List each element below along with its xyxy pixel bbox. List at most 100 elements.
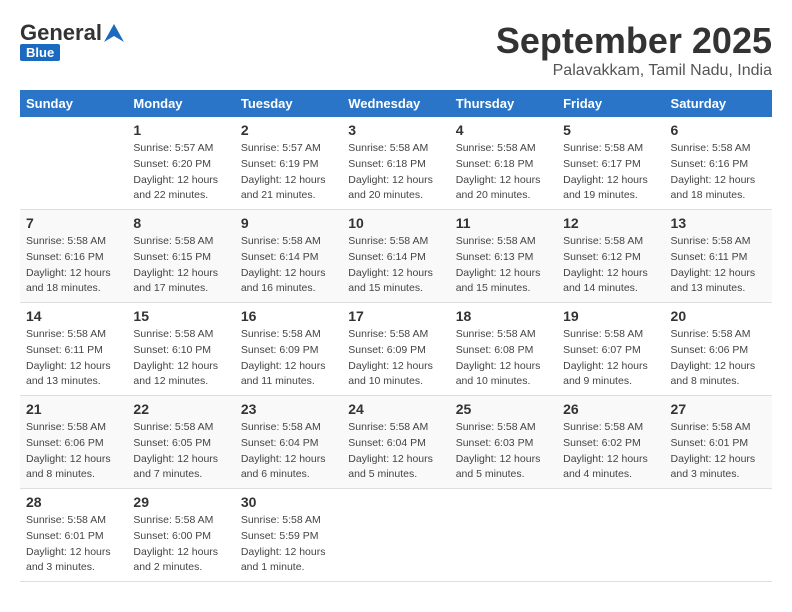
calendar-cell	[557, 489, 664, 582]
location: Palavakkam, Tamil Nadu, India	[496, 62, 772, 80]
calendar-cell: 7 Sunrise: 5:58 AM Sunset: 6:16 PM Daylig…	[20, 210, 127, 303]
day-info: Sunrise: 5:58 AM Sunset: 6:01 PM Dayligh…	[26, 513, 121, 576]
day-info: Sunrise: 5:58 AM Sunset: 6:03 PM Dayligh…	[456, 420, 551, 483]
day-number: 16	[241, 308, 336, 324]
header-friday: Friday	[557, 90, 664, 117]
calendar-cell: 10 Sunrise: 5:58 AM Sunset: 6:14 PM Dayli…	[342, 210, 449, 303]
header-saturday: Saturday	[665, 90, 772, 117]
day-info: Sunrise: 5:58 AM Sunset: 6:02 PM Dayligh…	[563, 420, 658, 483]
calendar-cell	[665, 489, 772, 582]
day-number: 18	[456, 308, 551, 324]
calendar-cell: 12 Sunrise: 5:58 AM Sunset: 6:12 PM Dayli…	[557, 210, 664, 303]
header-tuesday: Tuesday	[235, 90, 342, 117]
day-number: 7	[26, 215, 121, 231]
day-number: 11	[456, 215, 551, 231]
day-info: Sunrise: 5:58 AM Sunset: 6:04 PM Dayligh…	[241, 420, 336, 483]
week-row-3: 14Sunrise: 5:58 AM Sunset: 6:11 PM Dayli…	[20, 303, 772, 396]
header-thursday: Thursday	[450, 90, 557, 117]
header-wednesday: Wednesday	[342, 90, 449, 117]
calendar-cell: 4 Sunrise: 5:58 AM Sunset: 6:18 PM Daylig…	[450, 117, 557, 210]
calendar-cell: 17 Sunrise: 5:58 AM Sunset: 6:09 PM Dayli…	[342, 303, 449, 396]
day-info: Sunrise: 5:58 AM Sunset: 6:16 PM Dayligh…	[26, 234, 121, 297]
day-number: 22	[133, 401, 228, 417]
logo-blue-badge: Blue	[20, 44, 60, 61]
day-number: 13	[671, 215, 766, 231]
day-number: 5	[563, 122, 658, 138]
day-number: 17	[348, 308, 443, 324]
day-number: 4	[456, 122, 551, 138]
day-number: 3	[348, 122, 443, 138]
day-info: Sunrise: 5:58 AM Sunset: 6:17 PM Dayligh…	[563, 141, 658, 204]
title-section: September 2025 Palavakkam, Tamil Nadu, I…	[496, 20, 772, 80]
calendar-cell: 29 Sunrise: 5:58 AM Sunset: 6:00 PM Dayli…	[127, 489, 234, 582]
day-number: 19	[563, 308, 658, 324]
day-info: Sunrise: 5:58 AM Sunset: 6:18 PM Dayligh…	[456, 141, 551, 204]
day-info: Sunrise: 5:58 AM Sunset: 6:06 PM Dayligh…	[26, 420, 121, 483]
day-info: Sunrise: 5:58 AM Sunset: 6:16 PM Dayligh…	[671, 141, 766, 204]
calendar-cell: 24 Sunrise: 5:58 AM Sunset: 6:04 PM Dayli…	[342, 396, 449, 489]
calendar-cell: 11 Sunrise: 5:58 AM Sunset: 6:13 PM Dayli…	[450, 210, 557, 303]
calendar-cell: 20Sunrise: 5:58 AM Sunset: 6:06 PM Dayli…	[665, 303, 772, 396]
calendar-cell: 18Sunrise: 5:58 AM Sunset: 6:08 PM Dayli…	[450, 303, 557, 396]
day-info: Sunrise: 5:58 AM Sunset: 6:04 PM Dayligh…	[348, 420, 443, 483]
day-number: 9	[241, 215, 336, 231]
day-info: Sunrise: 5:58 AM Sunset: 5:59 PM Dayligh…	[241, 513, 336, 576]
day-number: 2	[241, 122, 336, 138]
day-info: Sunrise: 5:58 AM Sunset: 6:18 PM Dayligh…	[348, 141, 443, 204]
day-info: Sunrise: 5:58 AM Sunset: 6:14 PM Dayligh…	[241, 234, 336, 297]
day-number: 29	[133, 494, 228, 510]
day-info: Sunrise: 5:58 AM Sunset: 6:05 PM Dayligh…	[133, 420, 228, 483]
day-number: 8	[133, 215, 228, 231]
day-number: 30	[241, 494, 336, 510]
calendar-cell: 2 Sunrise: 5:57 AM Sunset: 6:19 PM Daylig…	[235, 117, 342, 210]
week-row-1: 1 Sunrise: 5:57 AM Sunset: 6:20 PM Daylig…	[20, 117, 772, 210]
day-info: Sunrise: 5:57 AM Sunset: 6:19 PM Dayligh…	[241, 141, 336, 204]
day-number: 25	[456, 401, 551, 417]
day-number: 6	[671, 122, 766, 138]
calendar-cell: 8Sunrise: 5:58 AM Sunset: 6:15 PM Daylig…	[127, 210, 234, 303]
day-info: Sunrise: 5:58 AM Sunset: 6:00 PM Dayligh…	[133, 513, 228, 576]
header-sunday: Sunday	[20, 90, 127, 117]
day-info: Sunrise: 5:58 AM Sunset: 6:09 PM Dayligh…	[348, 327, 443, 390]
calendar-cell: 1 Sunrise: 5:57 AM Sunset: 6:20 PM Daylig…	[127, 117, 234, 210]
calendar-cell: 21 Sunrise: 5:58 AM Sunset: 6:06 PM Dayli…	[20, 396, 127, 489]
day-number: 1	[133, 122, 228, 138]
calendar-cell: 13 Sunrise: 5:58 AM Sunset: 6:11 PM Dayli…	[665, 210, 772, 303]
calendar-cell: 3 Sunrise: 5:58 AM Sunset: 6:18 PM Daylig…	[342, 117, 449, 210]
calendar-cell: 14Sunrise: 5:58 AM Sunset: 6:11 PM Dayli…	[20, 303, 127, 396]
day-number: 12	[563, 215, 658, 231]
logo-general: General	[20, 20, 102, 46]
logo-bird-icon	[104, 24, 124, 42]
calendar-table: SundayMondayTuesdayWednesdayThursdayFrid…	[20, 90, 772, 582]
day-info: Sunrise: 5:58 AM Sunset: 6:11 PM Dayligh…	[671, 234, 766, 297]
day-info: Sunrise: 5:58 AM Sunset: 6:09 PM Dayligh…	[241, 327, 336, 390]
day-info: Sunrise: 5:57 AM Sunset: 6:20 PM Dayligh…	[133, 141, 228, 204]
day-number: 27	[671, 401, 766, 417]
day-number: 15	[133, 308, 228, 324]
day-number: 26	[563, 401, 658, 417]
calendar-cell: 27Sunrise: 5:58 AM Sunset: 6:01 PM Dayli…	[665, 396, 772, 489]
calendar-cell: 22 Sunrise: 5:58 AM Sunset: 6:05 PM Dayli…	[127, 396, 234, 489]
calendar-cell: 9 Sunrise: 5:58 AM Sunset: 6:14 PM Daylig…	[235, 210, 342, 303]
calendar-cell	[20, 117, 127, 210]
day-info: Sunrise: 5:58 AM Sunset: 6:11 PM Dayligh…	[26, 327, 121, 390]
header-monday: Monday	[127, 90, 234, 117]
week-row-4: 21 Sunrise: 5:58 AM Sunset: 6:06 PM Dayli…	[20, 396, 772, 489]
calendar-cell: 19Sunrise: 5:58 AM Sunset: 6:07 PM Dayli…	[557, 303, 664, 396]
day-number: 24	[348, 401, 443, 417]
week-row-5: 28 Sunrise: 5:58 AM Sunset: 6:01 PM Dayli…	[20, 489, 772, 582]
logo: General Blue	[20, 20, 124, 61]
day-info: Sunrise: 5:58 AM Sunset: 6:14 PM Dayligh…	[348, 234, 443, 297]
day-info: Sunrise: 5:58 AM Sunset: 6:06 PM Dayligh…	[671, 327, 766, 390]
day-number: 21	[26, 401, 121, 417]
day-number: 28	[26, 494, 121, 510]
day-info: Sunrise: 5:58 AM Sunset: 6:13 PM Dayligh…	[456, 234, 551, 297]
day-info: Sunrise: 5:58 AM Sunset: 6:10 PM Dayligh…	[133, 327, 228, 390]
day-number: 23	[241, 401, 336, 417]
month-title: September 2025	[496, 20, 772, 62]
calendar-cell: 15 Sunrise: 5:58 AM Sunset: 6:10 PM Dayli…	[127, 303, 234, 396]
day-number: 10	[348, 215, 443, 231]
day-info: Sunrise: 5:58 AM Sunset: 6:12 PM Dayligh…	[563, 234, 658, 297]
calendar-cell: 30 Sunrise: 5:58 AM Sunset: 5:59 PM Dayli…	[235, 489, 342, 582]
week-row-2: 7 Sunrise: 5:58 AM Sunset: 6:16 PM Daylig…	[20, 210, 772, 303]
